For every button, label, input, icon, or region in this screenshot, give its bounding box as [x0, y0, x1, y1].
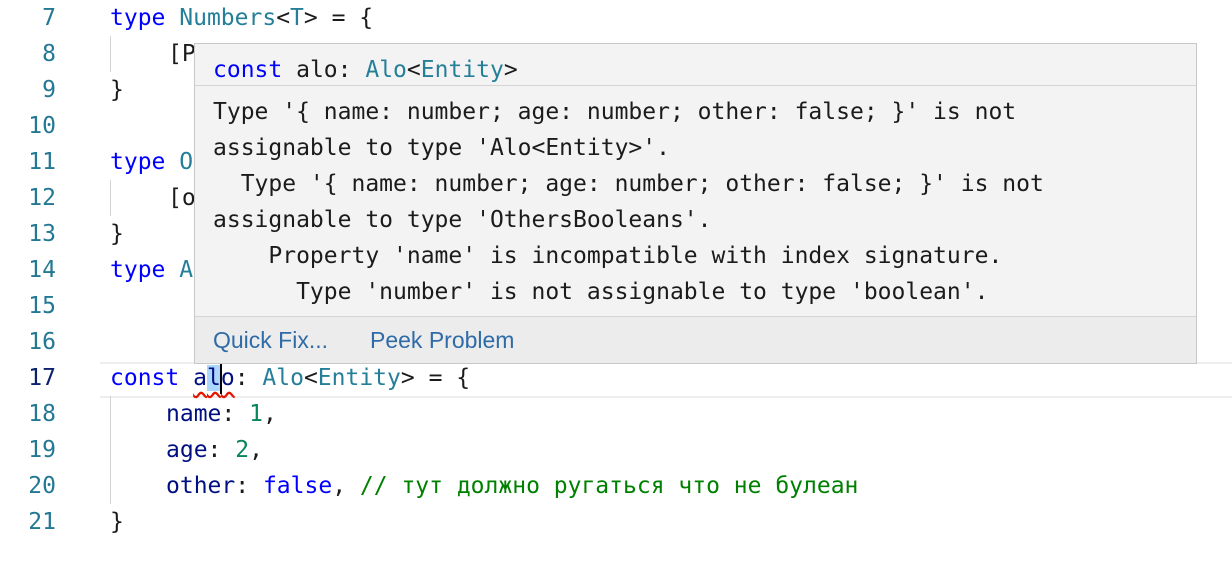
line-number-active: 17 — [28, 365, 56, 391]
line-number: 16 — [28, 329, 56, 355]
line-number: 9 — [42, 77, 56, 103]
punctuation: : — [207, 437, 236, 463]
keyword: type — [110, 5, 166, 31]
keyword: const — [213, 57, 283, 83]
line-number: 18 — [28, 401, 56, 427]
error-message: Type '{ name: number; age: number; other… — [213, 94, 1044, 310]
generic-param: T — [290, 5, 304, 31]
punctuation: : — [234, 365, 263, 391]
punctuation: > — [503, 57, 518, 83]
error-message-line: Property 'name' is incompatible with ind… — [213, 243, 1003, 269]
type-name: Numbers — [179, 5, 277, 31]
code-line-18[interactable]: name: 1, — [166, 396, 277, 432]
quick-fix-link[interactable]: Quick Fix... — [213, 317, 328, 363]
code-text: = { — [317, 5, 374, 31]
punctuation: < — [303, 365, 318, 391]
code-text: o — [220, 365, 235, 391]
indent-guide — [110, 396, 111, 504]
code-line-17[interactable]: const alo: Alo<Entity> = { — [110, 360, 470, 396]
number-literal: 1 — [249, 401, 263, 427]
error-message-line: assignable to type 'Alo<Entity>'. — [213, 135, 670, 161]
punctuation: : — [235, 473, 263, 499]
error-message-line: Type 'number' is not assignable to type … — [213, 279, 989, 305]
boolean-literal: false — [262, 473, 333, 499]
type-name: Alo — [365, 57, 407, 83]
type-name: Alo — [262, 365, 304, 391]
line-number: 13 — [28, 221, 56, 247]
line-number: 11 — [28, 149, 56, 175]
code-line-21[interactable]: } — [110, 504, 124, 540]
line-number: 10 — [28, 113, 56, 139]
code-text: alo: — [282, 57, 366, 83]
hover-action-bar: Quick Fix... Peek Problem — [195, 316, 1196, 363]
keyword: type — [110, 149, 166, 175]
punctuation: : — [221, 401, 250, 427]
code-line-19[interactable]: age: 2, — [166, 432, 263, 468]
selection-highlight: l — [206, 365, 221, 391]
code-line-7[interactable]: type Numbers<T> = { — [110, 0, 373, 36]
line-number: 12 — [28, 185, 56, 211]
code-line-14[interactable]: type A — [110, 252, 193, 288]
line-number: 14 — [28, 257, 56, 283]
code-comment: // тут должно ругаться что не булеан — [359, 473, 859, 499]
punctuation: > — [400, 365, 415, 391]
property-name: other — [166, 473, 236, 499]
punctuation: , — [332, 473, 360, 499]
hover-divider — [195, 85, 1196, 86]
punctuation: < — [406, 57, 421, 83]
indent-guide — [110, 180, 111, 216]
line-number: 7 — [42, 5, 56, 31]
property-name: name — [166, 401, 222, 427]
generic-param: Entity — [317, 365, 401, 391]
code-text: = { — [414, 365, 471, 391]
code-editor[interactable]: 7 8 9 10 11 12 13 14 15 16 17 18 19 20 2… — [0, 0, 1232, 576]
line-number: 8 — [42, 41, 56, 67]
punctuation: , — [249, 437, 263, 463]
generic-param: Entity — [420, 57, 504, 83]
code-line-20[interactable]: other: false, // тут должно ругаться что… — [166, 468, 858, 504]
code-line-12[interactable]: [o — [168, 180, 196, 216]
type-name: A — [179, 257, 194, 283]
code-line-9[interactable]: } — [110, 72, 124, 108]
line-number: 15 — [28, 293, 56, 319]
line-number: 21 — [28, 509, 56, 535]
indent-guide — [110, 36, 111, 72]
number-literal: 2 — [235, 437, 250, 463]
error-message-line: Type '{ name: number; age: number; other… — [213, 171, 1044, 197]
code-line-8[interactable]: [P — [168, 36, 196, 72]
error-identifier[interactable]: alo — [193, 363, 235, 394]
peek-problem-link[interactable]: Peek Problem — [370, 317, 514, 363]
line-number: 19 — [28, 437, 56, 463]
code-line-11[interactable]: type O — [110, 144, 193, 180]
keyword: const — [110, 365, 180, 391]
hover-signature: const alo: Alo<Entity> — [213, 50, 518, 90]
error-message-line: Type '{ name: number; age: number; other… — [213, 99, 1017, 125]
punctuation: > — [303, 5, 318, 31]
property-name: age — [166, 437, 208, 463]
error-message-line: assignable to type 'OthersBooleans'. — [213, 207, 712, 233]
keyword: type — [110, 257, 166, 283]
punctuation: , — [262, 401, 277, 427]
punctuation: < — [276, 5, 291, 31]
code-text: a — [193, 365, 207, 391]
type-name: O — [179, 149, 194, 175]
code-line-13[interactable]: } — [110, 216, 124, 252]
error-hover-tooltip[interactable]: const alo: Alo<Entity> Type '{ name: num… — [194, 43, 1197, 364]
line-number: 20 — [28, 473, 56, 499]
